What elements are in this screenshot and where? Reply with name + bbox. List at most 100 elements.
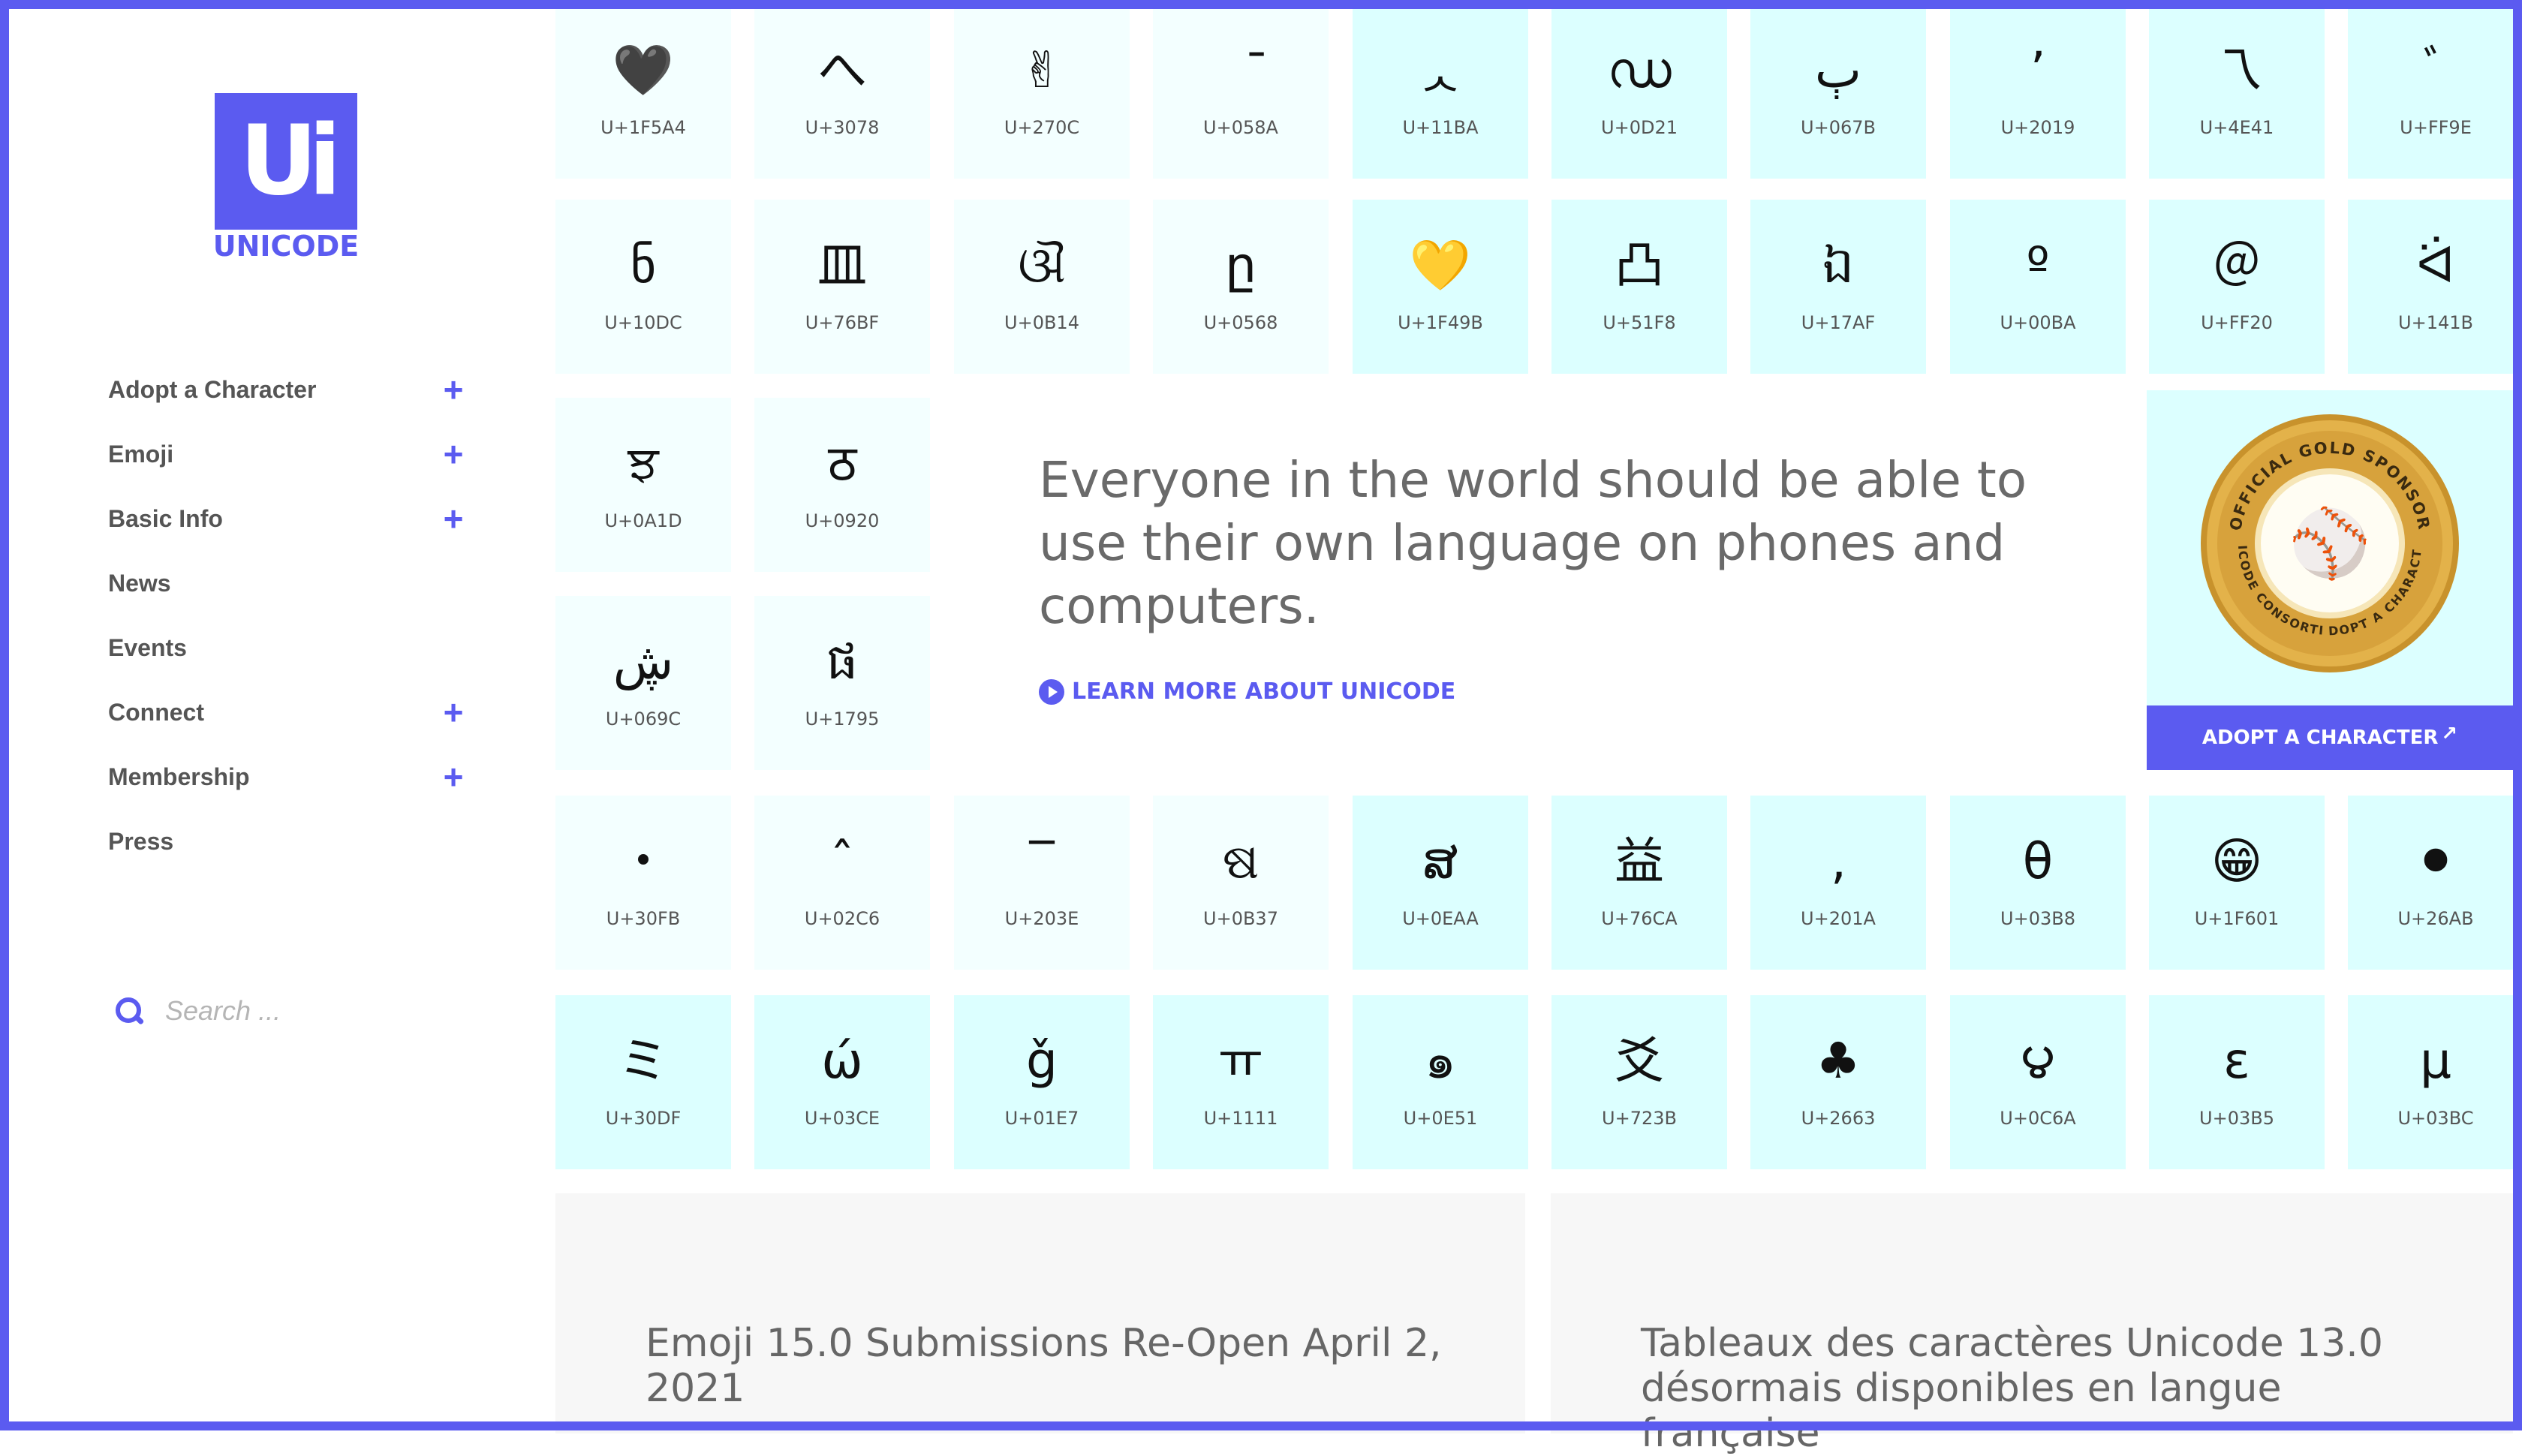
nav-item-label: Adopt a Character — [108, 375, 317, 403]
character-codepoint: U+0B37 — [1203, 908, 1278, 929]
news-card[interactable]: Tableaux des caractères Unicode 13.0 dés… — [1551, 1193, 2513, 1456]
character-tile[interactable]: ǧ U+01E7 — [954, 995, 1130, 1169]
character-codepoint: U+141B — [2398, 312, 2473, 333]
character-tile[interactable]: ’ U+2019 — [1950, 5, 2126, 179]
character-tile[interactable]: ﾞ U+FF9E — [2348, 5, 2522, 179]
character-tile[interactable]: ը U+0568 — [1153, 200, 1329, 374]
character-tile[interactable]: ឯ U+17AF — [1750, 200, 1926, 374]
character-tile[interactable]: 💛 U+1F49B — [1353, 200, 1528, 374]
character-glyph: ﾞ — [2423, 41, 2448, 99]
unicode-logo[interactable]: Ui UNICODE — [206, 84, 359, 264]
gold-sponsor-badge[interactable]: OFFICIAL GOLD SPONSOR UNICODE CONSORTIUM… — [2199, 413, 2460, 674]
character-glyph: 😁 — [2211, 832, 2263, 890]
expand-plus-icon[interactable]: + — [438, 434, 468, 474]
character-tile[interactable]: ๑ U+0E51 — [1353, 995, 1528, 1169]
character-glyph: ‚ — [1830, 832, 1846, 890]
nav-item-basic-info[interactable]: Basic Info + — [108, 486, 468, 551]
character-codepoint: U+1F49B — [1398, 312, 1483, 333]
character-tile[interactable]: ‾ U+203E — [954, 796, 1130, 970]
character-tile[interactable]: ଷ U+0B37 — [1153, 796, 1329, 970]
character-tile[interactable]: ٻ U+067B — [1750, 5, 1926, 179]
character-codepoint: U+30DF — [605, 1108, 682, 1129]
character-tile[interactable]: ⚫ U+26AB — [2348, 796, 2522, 970]
character-glyph: ഡ — [1607, 41, 1672, 99]
character-codepoint: U+0A1D — [604, 510, 682, 531]
character-glyph: ଔ — [1018, 236, 1066, 294]
character-codepoint: U+058A — [1203, 117, 1278, 138]
character-tile[interactable]: ֿU+058A — [1153, 5, 1329, 179]
logo-mark: Ui — [215, 93, 357, 230]
character-codepoint: U+069C — [605, 708, 682, 730]
nav-item-events[interactable]: Events — [108, 615, 468, 680]
character-tile[interactable]: ㅠ U+1111 — [1153, 995, 1329, 1169]
adopt-a-character-button[interactable]: ADOPT A CHARACTER ↗ — [2147, 705, 2513, 770]
character-glyph: μ — [2420, 1032, 2451, 1090]
character-tile[interactable]: ഡ U+0D21 — [1551, 5, 1727, 179]
hero-panel: Everyone in the world should be able to … — [952, 390, 2147, 770]
character-tile[interactable]: ଔ U+0B14 — [954, 200, 1130, 374]
character-tile[interactable]: μ U+03BC — [2348, 995, 2522, 1169]
character-tile[interactable]: ᐛ U+141B — [2348, 200, 2522, 374]
character-tile[interactable]: ‚ U+201A — [1750, 796, 1926, 970]
character-codepoint: U+0B14 — [1004, 312, 1079, 333]
nav-item-adopt-a-character[interactable]: Adopt a Character + — [108, 357, 468, 422]
character-tile[interactable]: ・ U+30FB — [555, 796, 731, 970]
character-tile[interactable]: ສ U+0EAA — [1353, 796, 1528, 970]
character-codepoint: U+76BF — [805, 312, 880, 333]
character-tile[interactable]: ✌ U+270C — [954, 5, 1130, 179]
expand-plus-icon[interactable]: + — [438, 757, 468, 797]
character-tile[interactable]: 益 U+76CA — [1551, 796, 1727, 970]
character-tile[interactable]: ផ U+1795 — [754, 596, 930, 770]
expand-plus-icon[interactable]: + — [438, 498, 468, 539]
character-codepoint: U+51F8 — [1603, 312, 1676, 333]
character-tile[interactable]: 皿 U+76BF — [754, 200, 930, 374]
character-codepoint: U+03B5 — [2199, 1108, 2274, 1129]
character-tile[interactable]: ˆ U+02C6 — [754, 796, 930, 970]
character-codepoint: U+0C6A — [2000, 1108, 2076, 1129]
expand-plus-icon[interactable]: + — [438, 369, 468, 410]
nav-item-news[interactable]: News — [108, 551, 468, 615]
character-tile[interactable]: º U+00BA — [1950, 200, 2126, 374]
character-glyph: ⚫ — [2415, 832, 2457, 890]
character-tile[interactable]: 乁 U+4E41 — [2149, 5, 2325, 179]
character-glyph: θ — [2022, 832, 2054, 890]
character-tile[interactable]: へ U+3078 — [754, 5, 930, 179]
character-tile[interactable]: ♣ U+2663 — [1750, 995, 1926, 1169]
character-tile[interactable]: 凸 U+51F8 — [1551, 200, 1727, 374]
character-glyph: ㅠ — [1217, 1032, 1264, 1090]
character-codepoint: U+26AB — [2397, 908, 2474, 929]
search-input[interactable] — [164, 994, 467, 1027]
nav-item-membership[interactable]: Membership + — [108, 745, 468, 809]
character-codepoint: U+03BC — [2397, 1108, 2474, 1129]
character-tile[interactable]: ڜ U+069C — [555, 596, 731, 770]
character-codepoint: U+1F601 — [2194, 908, 2280, 929]
expand-plus-icon[interactable]: + — [438, 692, 468, 733]
character-glyph: ສ — [1422, 832, 1458, 890]
character-tile[interactable]: 😁 U+1F601 — [2149, 796, 2325, 970]
character-glyph: ๑ — [1425, 1032, 1456, 1090]
character-tile[interactable]: ε U+03B5 — [2149, 995, 2325, 1169]
nav-item-connect[interactable]: Connect + — [108, 680, 468, 745]
character-tile[interactable]: θ U+03B8 — [1950, 796, 2126, 970]
character-tile[interactable]: ミ U+30DF — [555, 995, 731, 1169]
character-glyph: ’ — [2030, 41, 2046, 99]
nav-item-emoji[interactable]: Emoji + — [108, 422, 468, 486]
character-glyph: ڜ — [612, 633, 674, 690]
search-icon[interactable] — [114, 996, 145, 1026]
character-tile[interactable]: ＠ U+FF20 — [2149, 200, 2325, 374]
character-codepoint: U+067B — [1801, 117, 1876, 138]
character-tile[interactable]: ठ U+0920 — [754, 398, 930, 572]
character-tile[interactable]: 🖤 U+1F5A4 — [555, 5, 731, 179]
nav-item-press[interactable]: Press — [108, 809, 468, 874]
news-card[interactable]: Emoji 15.0 Submissions Re-Open April 2, … — [555, 1193, 1525, 1433]
character-codepoint: U+FF9E — [2400, 117, 2472, 138]
character-codepoint: U+0920 — [805, 510, 880, 531]
learn-more-link[interactable]: LEARN MORE ABOUT UNICODE — [1039, 678, 1455, 705]
character-tile[interactable]: ნ U+10DC — [555, 200, 731, 374]
character-tile[interactable]: 爻 U+723B — [1551, 995, 1727, 1169]
character-codepoint: U+03CE — [804, 1108, 880, 1129]
character-tile[interactable]: ਝ U+0A1D — [555, 398, 731, 572]
character-tile[interactable]: ౪ U+0C6A — [1950, 995, 2126, 1169]
character-tile[interactable]: ᆺ U+11BA — [1353, 5, 1528, 179]
character-tile[interactable]: ώ U+03CE — [754, 995, 930, 1169]
